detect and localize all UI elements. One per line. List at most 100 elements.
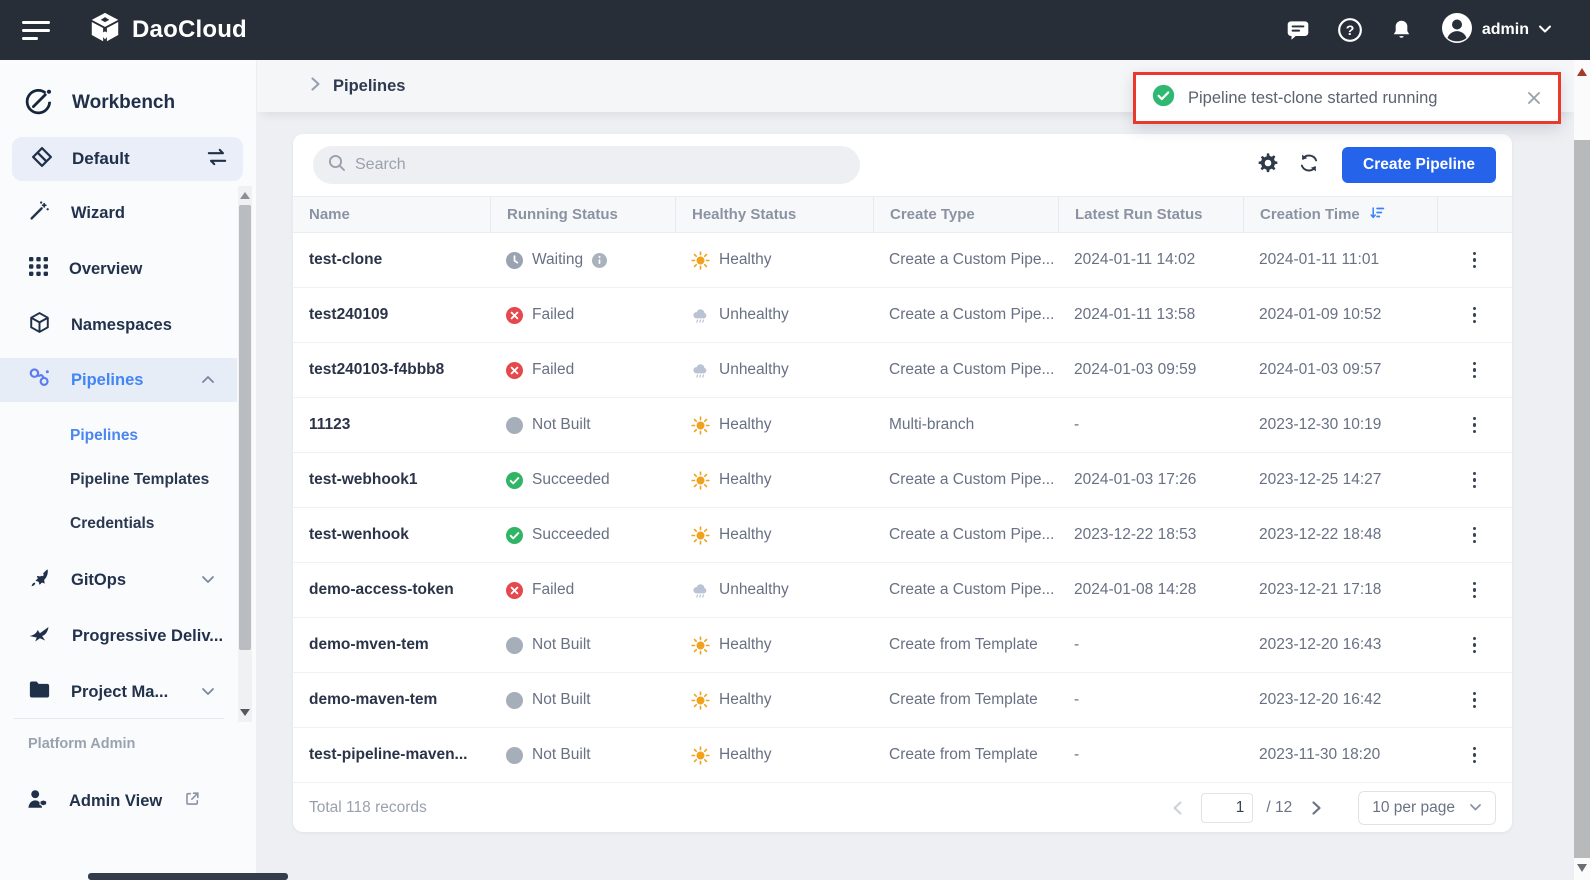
search-input[interactable] bbox=[355, 156, 815, 174]
pipeline-name[interactable]: 11123 bbox=[293, 416, 490, 434]
creation-time: 2023-12-20 16:42 bbox=[1243, 691, 1437, 709]
sidebar-item-gitops[interactable]: GitOps bbox=[0, 558, 237, 602]
pipelines-card: Create Pipeline Name Running Status Heal… bbox=[293, 134, 1512, 832]
breadcrumb-current[interactable]: Pipelines bbox=[333, 77, 405, 96]
row-actions-menu[interactable] bbox=[1465, 741, 1485, 770]
scrollbar-thumb[interactable] bbox=[239, 205, 251, 650]
info-icon[interactable] bbox=[592, 253, 607, 268]
column-header-running-status[interactable]: Running Status bbox=[490, 197, 675, 232]
sort-descending-icon[interactable] bbox=[1370, 205, 1386, 225]
scroll-up-icon[interactable] bbox=[240, 192, 250, 199]
sidebar-item-project-management[interactable]: Project Ma... bbox=[0, 670, 237, 714]
column-header-create-type[interactable]: Create Type bbox=[873, 197, 1058, 232]
refresh-icon[interactable] bbox=[1298, 152, 1320, 179]
brand-logo[interactable]: DaoCloud bbox=[88, 11, 247, 50]
chevron-down-icon bbox=[1469, 803, 1482, 812]
pipeline-name[interactable]: test-pipeline-maven... bbox=[293, 746, 490, 764]
table-row[interactable]: test-webhook1SucceededHealthyCreate a Cu… bbox=[293, 453, 1512, 508]
pipeline-name[interactable]: demo-maven-tem bbox=[293, 691, 490, 709]
sidebar-subitem-credentials[interactable]: Credentials bbox=[0, 506, 237, 542]
table-row[interactable]: test-wenhookSucceededHealthyCreate a Cus… bbox=[293, 508, 1512, 563]
latest-run-status: 2024-01-03 17:26 bbox=[1058, 471, 1243, 489]
column-header-creation-time[interactable]: Creation Time bbox=[1243, 197, 1437, 232]
per-page-select[interactable]: 10 per page bbox=[1358, 791, 1496, 825]
sidebar-subitem-pipelines[interactable]: Pipelines bbox=[0, 418, 237, 454]
window-vertical-scrollbar[interactable] bbox=[1574, 60, 1590, 880]
pipeline-name[interactable]: test240103-f4bbb8 bbox=[293, 361, 490, 379]
table-row[interactable]: test-pipeline-maven...Not BuiltHealthyCr… bbox=[293, 728, 1512, 783]
pipeline-name[interactable]: test-wenhook bbox=[293, 526, 490, 544]
window-horizontal-scrollbar[interactable] bbox=[0, 872, 1574, 880]
settings-gear-icon[interactable] bbox=[1257, 152, 1279, 179]
row-actions-menu[interactable] bbox=[1465, 631, 1485, 660]
search-icon bbox=[328, 154, 346, 177]
table-row[interactable]: demo-mven-temNot BuiltHealthyCreate from… bbox=[293, 618, 1512, 673]
row-actions-menu[interactable] bbox=[1465, 246, 1485, 275]
switch-workspace-icon[interactable] bbox=[205, 146, 229, 173]
folder-icon bbox=[28, 679, 51, 705]
table-row[interactable]: 11123Not BuiltHealthyMulti-branch-2023-1… bbox=[293, 398, 1512, 453]
scrollbar-thumb[interactable] bbox=[1574, 140, 1590, 858]
previous-page-icon[interactable] bbox=[1166, 797, 1188, 819]
sidebar-item-pipelines[interactable]: Pipelines bbox=[0, 358, 237, 402]
sidebar-item-overview[interactable]: Overview bbox=[0, 247, 237, 291]
pipeline-name[interactable]: test-webhook1 bbox=[293, 471, 490, 489]
chevron-down-icon[interactable] bbox=[201, 571, 215, 589]
pipeline-name[interactable]: demo-access-token bbox=[293, 581, 490, 599]
menu-toggle-icon[interactable] bbox=[22, 16, 50, 45]
column-header-latest-run-status[interactable]: Latest Run Status bbox=[1058, 197, 1243, 232]
notbuilt-icon bbox=[506, 747, 523, 764]
notifications-bell-icon[interactable] bbox=[1389, 17, 1415, 43]
pipeline-name[interactable]: demo-mven-tem bbox=[293, 636, 490, 654]
next-page-icon[interactable] bbox=[1305, 797, 1327, 819]
row-actions-menu[interactable] bbox=[1465, 356, 1485, 385]
table-row[interactable]: demo-maven-temNot BuiltHealthyCreate fro… bbox=[293, 673, 1512, 728]
column-header-healthy-status[interactable]: Healthy Status bbox=[675, 197, 873, 232]
table-row[interactable]: test240109FailedUnhealthyCreate a Custom… bbox=[293, 288, 1512, 343]
messages-icon[interactable] bbox=[1285, 17, 1311, 43]
scroll-down-icon[interactable] bbox=[240, 709, 250, 716]
table-row[interactable]: test240103-f4bbb8FailedUnhealthyCreate a… bbox=[293, 343, 1512, 398]
pipeline-name[interactable]: test-clone bbox=[293, 251, 490, 269]
latest-run-status: 2024-01-08 14:28 bbox=[1058, 581, 1243, 599]
column-header-name[interactable]: Name bbox=[293, 197, 490, 232]
pipeline-name[interactable]: test240109 bbox=[293, 306, 490, 324]
row-actions-menu[interactable] bbox=[1465, 466, 1485, 495]
scroll-up-icon[interactable] bbox=[1577, 68, 1587, 76]
page-number-input[interactable] bbox=[1201, 793, 1253, 823]
row-actions-menu[interactable] bbox=[1465, 576, 1485, 605]
user-menu[interactable]: admin bbox=[1441, 12, 1552, 49]
creation-time: 2024-01-09 10:52 bbox=[1243, 306, 1437, 324]
main-content: Pipelines Create Pipeline Name Runn bbox=[257, 60, 1590, 880]
workspace-selector[interactable]: Default bbox=[12, 137, 243, 181]
table-row[interactable]: demo-access-tokenFailedUnhealthyCreate a… bbox=[293, 563, 1512, 618]
top-navigation-bar: DaoCloud ? admin bbox=[0, 0, 1590, 60]
scroll-down-icon[interactable] bbox=[1577, 864, 1587, 872]
table-row[interactable]: test-cloneWaitingHealthyCreate a Custom … bbox=[293, 233, 1512, 288]
row-actions-menu[interactable] bbox=[1465, 411, 1485, 440]
healthy-status: Healthy bbox=[675, 746, 873, 765]
create-type: Create from Template bbox=[873, 691, 1058, 709]
chevron-down-icon[interactable] bbox=[201, 683, 215, 701]
platform-admin-section-label: Platform Admin bbox=[28, 736, 135, 752]
create-type: Create a Custom Pipe... bbox=[873, 361, 1058, 379]
row-actions-menu[interactable] bbox=[1465, 686, 1485, 715]
create-pipeline-button[interactable]: Create Pipeline bbox=[1342, 147, 1496, 183]
sidebar-item-wizard[interactable]: Wizard bbox=[0, 191, 237, 235]
create-type: Create a Custom Pipe... bbox=[873, 526, 1058, 544]
row-actions-menu[interactable] bbox=[1465, 301, 1485, 330]
latest-run-status: 2024-01-11 13:58 bbox=[1058, 306, 1243, 324]
sidebar-scrollbar[interactable] bbox=[238, 186, 252, 722]
row-actions-menu[interactable] bbox=[1465, 521, 1485, 550]
unhealthy-icon bbox=[691, 361, 710, 380]
toast-close-icon[interactable] bbox=[1526, 90, 1542, 106]
help-icon[interactable]: ? bbox=[1337, 17, 1363, 43]
sidebar-subitem-pipeline-templates[interactable]: Pipeline Templates bbox=[0, 462, 237, 498]
scrollbar-thumb[interactable] bbox=[88, 873, 288, 880]
sidebar-item-progressive-delivery[interactable]: Progressive Deliv... bbox=[0, 614, 237, 658]
search-box[interactable] bbox=[313, 146, 860, 184]
sidebar-item-admin-view[interactable]: Admin View bbox=[0, 779, 237, 823]
sidebar-item-namespaces[interactable]: Namespaces bbox=[0, 303, 237, 347]
create-type: Create from Template bbox=[873, 746, 1058, 764]
chevron-up-icon[interactable] bbox=[201, 371, 215, 389]
